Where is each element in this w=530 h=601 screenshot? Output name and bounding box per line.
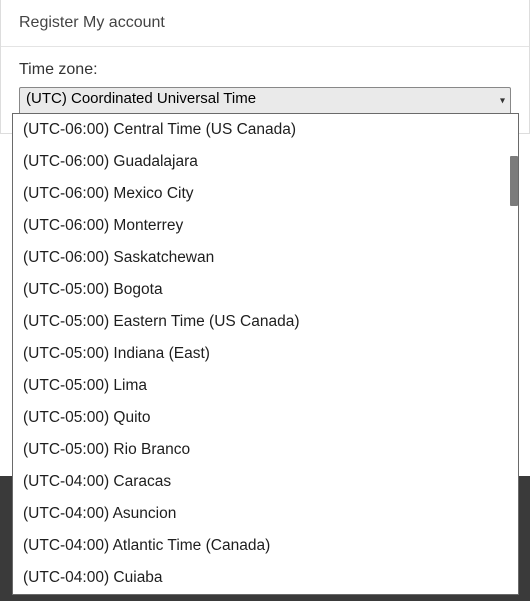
timezone-option[interactable]: (UTC-05:00) Indiana (East) [13,338,518,370]
timezone-option[interactable]: (UTC-06:00) Saskatchewan [13,242,518,274]
timezone-option[interactable]: (UTC-05:00) Bogota [13,274,518,306]
scrollbar-thumb[interactable] [510,156,518,206]
timezone-option[interactable]: (UTC-05:00) Lima [13,370,518,402]
timezone-select[interactable]: (UTC) Coordinated Universal Time [19,87,511,115]
timezone-dropdown: (UTC-06:00) Central Time (US Canada) (UT… [12,113,519,595]
timezone-option[interactable]: (UTC-05:00) Quito [13,402,518,434]
timezone-option[interactable]: (UTC-06:00) Central Time (US Canada) [13,114,518,146]
timezone-option[interactable]: (UTC-06:00) Guadalajara [13,146,518,178]
timezone-select-wrap: (UTC) Coordinated Universal Time ▾ [19,87,511,115]
timezone-option[interactable]: (UTC-04:00) Cuiaba [13,562,518,594]
card-title: Register My account [1,0,529,47]
timezone-option[interactable]: (UTC-04:00) Asuncion [13,498,518,530]
timezone-option[interactable]: (UTC-05:00) Rio Branco [13,434,518,466]
timezone-option[interactable]: (UTC-05:00) Eastern Time (US Canada) [13,306,518,338]
timezone-option[interactable]: (UTC-04:00) Atlantic Time (Canada) [13,530,518,562]
timezone-option[interactable]: (UTC-06:00) Mexico City [13,178,518,210]
timezone-label: Time zone: [19,61,511,79]
timezone-option[interactable]: (UTC-06:00) Monterrey [13,210,518,242]
timezone-option[interactable]: (UTC-04:00) Caracas [13,466,518,498]
timezone-option-list[interactable]: (UTC-06:00) Central Time (US Canada) (UT… [13,114,518,594]
